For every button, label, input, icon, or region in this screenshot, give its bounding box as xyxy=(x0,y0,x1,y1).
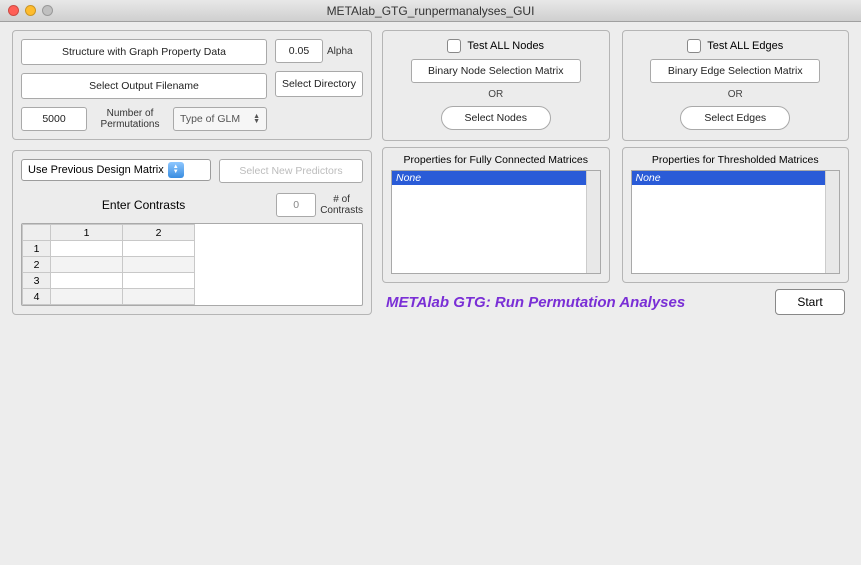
window-titlebar: METAlab_GTG_runpermanalyses_GUI xyxy=(0,0,861,22)
output-filename-button[interactable]: Select Output Filename xyxy=(21,73,267,99)
alpha-field[interactable]: 0.05 xyxy=(275,39,323,63)
edges-panel: Test ALL Edges Binary Edge Selection Mat… xyxy=(622,30,850,141)
select-edges-button[interactable]: Select Edges xyxy=(680,106,790,130)
select-directory-button[interactable]: Select Directory xyxy=(275,71,363,97)
props-full-panel: Properties for Fully Connected Matrices … xyxy=(382,147,610,283)
num-contrasts-field[interactable]: 0 xyxy=(276,193,316,217)
scrollbar[interactable] xyxy=(825,171,839,273)
num-contrasts-label: # of Contrasts xyxy=(320,194,363,216)
props-full-listbox[interactable]: None xyxy=(391,170,601,274)
props-thresh-title: Properties for Thresholded Matrices xyxy=(631,154,841,166)
table-row: 4 xyxy=(23,289,195,305)
alpha-label: Alpha xyxy=(327,46,353,57)
contrasts-panel: Use Previous Design Matrix ▲▼ Select New… xyxy=(12,150,372,315)
edge-matrix-button[interactable]: Binary Edge Selection Matrix xyxy=(650,59,820,83)
test-all-edges-checkbox[interactable]: Test ALL Edges xyxy=(687,39,783,53)
or-label: OR xyxy=(488,89,503,100)
glm-type-placeholder: Type of GLM xyxy=(180,113,240,125)
scrollbar[interactable] xyxy=(586,171,600,273)
props-thresh-panel: Properties for Thresholded Matrices None xyxy=(622,147,850,283)
setup-panel: Structure with Graph Property Data Selec… xyxy=(12,30,372,140)
chevron-updown-icon: ▲▼ xyxy=(168,162,184,178)
footer: METAlab GTG: Run Permutation Analyses St… xyxy=(382,289,849,315)
design-matrix-label: Use Previous Design Matrix xyxy=(28,164,164,176)
glm-type-select[interactable]: Type of GLM ▲▼ xyxy=(173,107,267,131)
props-thresh-listbox[interactable]: None xyxy=(631,170,841,274)
node-matrix-button[interactable]: Binary Node Selection Matrix xyxy=(411,59,581,83)
table-row: 3 xyxy=(23,273,195,289)
col-header: 2 xyxy=(123,225,195,241)
window-title: METAlab_GTG_runpermanalyses_GUI xyxy=(0,4,861,18)
select-nodes-button[interactable]: Select Nodes xyxy=(441,106,551,130)
page-title: METAlab GTG: Run Permutation Analyses xyxy=(386,294,685,311)
or-label: OR xyxy=(728,89,743,100)
list-item[interactable]: None xyxy=(392,171,600,185)
table-row: 2 xyxy=(23,257,195,273)
test-all-nodes-checkbox[interactable]: Test ALL Nodes xyxy=(447,39,544,53)
test-all-edges-label: Test ALL Edges xyxy=(707,40,783,52)
design-matrix-select[interactable]: Use Previous Design Matrix ▲▼ xyxy=(21,159,211,181)
structure-button[interactable]: Structure with Graph Property Data xyxy=(21,39,267,65)
chevron-updown-icon: ▲▼ xyxy=(253,114,260,124)
table-row: 1 xyxy=(23,241,195,257)
contrasts-title: Enter Contrasts xyxy=(21,198,266,212)
permutations-label: Number of Permutations xyxy=(95,108,165,130)
list-item[interactable]: None xyxy=(632,171,840,185)
permutations-field[interactable]: 5000 xyxy=(21,107,87,131)
col-header: 1 xyxy=(51,225,123,241)
checkbox-icon xyxy=(687,39,701,53)
test-all-nodes-label: Test ALL Nodes xyxy=(467,40,544,52)
start-button[interactable]: Start xyxy=(775,289,845,315)
contrasts-table[interactable]: 1 2 1 2 3 4 xyxy=(21,223,363,306)
props-full-title: Properties for Fully Connected Matrices xyxy=(391,154,601,166)
checkbox-icon xyxy=(447,39,461,53)
select-predictors-button[interactable]: Select New Predictors xyxy=(219,159,363,183)
nodes-panel: Test ALL Nodes Binary Node Selection Mat… xyxy=(382,30,610,141)
